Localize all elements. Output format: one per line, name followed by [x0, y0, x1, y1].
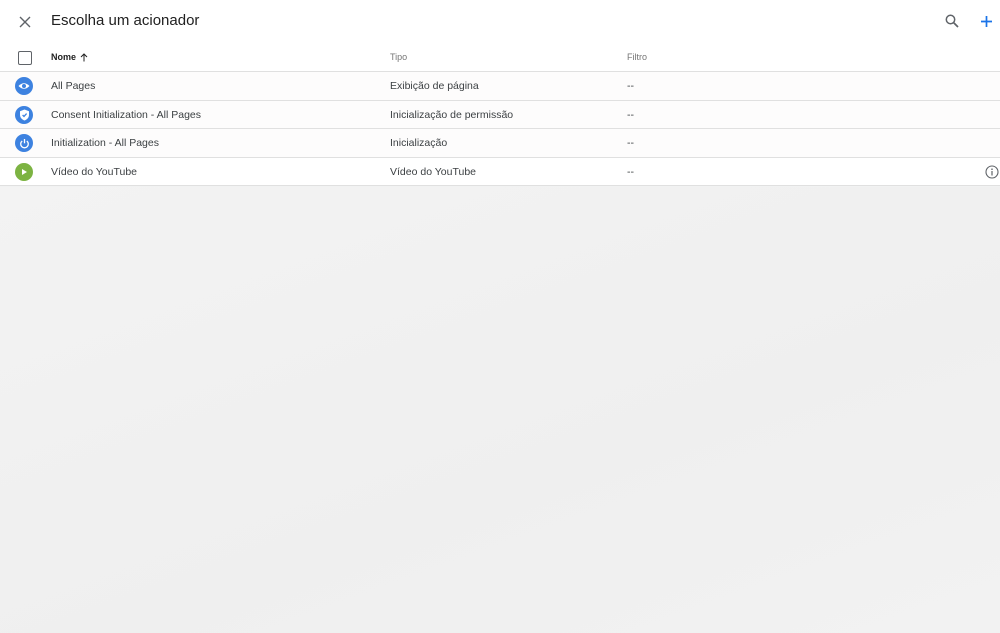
- trigger-type-badge: [15, 162, 33, 181]
- search-icon: [945, 14, 959, 28]
- trigger-name[interactable]: Vídeo do YouTube: [51, 166, 137, 178]
- shield-icon: [19, 109, 29, 120]
- info-button[interactable]: [984, 164, 1000, 180]
- trigger-name[interactable]: Initialization - All Pages: [51, 137, 159, 149]
- table-header: Nome Tipo Filtro: [0, 44, 1000, 72]
- table-row[interactable]: All Pages Exibição de página --: [0, 72, 1000, 101]
- select-all-checkbox[interactable]: [18, 51, 32, 65]
- column-header-name-label: Nome: [51, 52, 77, 62]
- close-icon: [19, 16, 31, 28]
- triggers-table: Nome Tipo Filtro All Pages Exibição de p…: [0, 44, 1000, 186]
- column-header-name[interactable]: Nome: [51, 52, 88, 62]
- trigger-type-badge: [15, 77, 33, 95]
- table-row[interactable]: Vídeo do YouTube Vídeo do YouTube --: [0, 157, 1000, 186]
- close-button[interactable]: [14, 11, 36, 33]
- column-header-filter[interactable]: Filtro: [627, 52, 647, 62]
- trigger-type: Vídeo do YouTube: [390, 165, 477, 178]
- trigger-type-badge: [15, 105, 33, 124]
- trigger-picker-panel: Escolha um acionador Nome Tipo Filtro Al…: [0, 0, 1000, 633]
- eye-icon: [18, 83, 30, 89]
- trigger-type: Inicialização de permissão: [390, 108, 514, 121]
- trigger-filter: --: [627, 137, 634, 149]
- trigger-type-badge: [15, 134, 33, 152]
- panel-header: Escolha um acionador: [0, 0, 1000, 44]
- column-header-type[interactable]: Tipo: [390, 52, 407, 62]
- info-icon: [985, 164, 999, 179]
- play-icon: [22, 168, 27, 175]
- trigger-type: Inicialização: [390, 137, 448, 149]
- arrow-up-icon: [80, 52, 88, 61]
- table-row[interactable]: Consent Initialization - All Pages Inici…: [0, 100, 1000, 129]
- trigger-filter: --: [627, 165, 634, 178]
- trigger-filter: --: [627, 80, 634, 92]
- add-trigger-button[interactable]: [975, 10, 997, 32]
- power-icon: [19, 138, 29, 148]
- trigger-name[interactable]: Consent Initialization - All Pages: [51, 109, 201, 121]
- plus-icon: [980, 15, 992, 27]
- trigger-type: Exibição de página: [390, 80, 479, 92]
- table-row[interactable]: Initialization - All Pages Inicialização…: [0, 129, 1000, 158]
- search-button[interactable]: [941, 10, 963, 32]
- empty-area: [0, 187, 1000, 633]
- trigger-filter: --: [627, 108, 634, 121]
- page-title: Escolha um acionador: [51, 12, 200, 29]
- trigger-name[interactable]: All Pages: [51, 80, 95, 92]
